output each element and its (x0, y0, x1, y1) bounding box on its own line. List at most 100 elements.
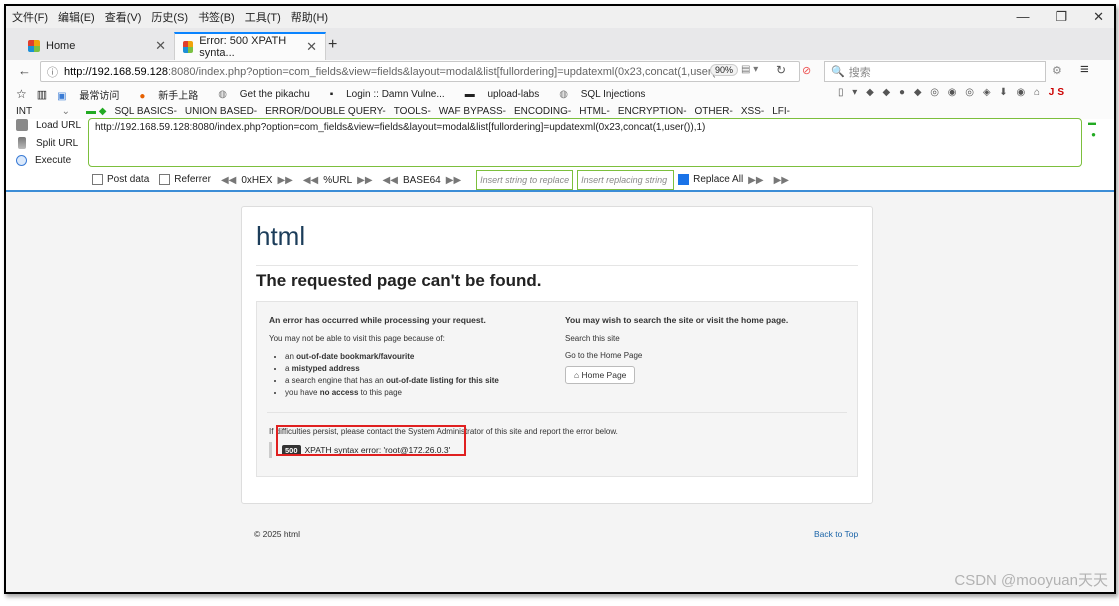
tab-home[interactable]: Home ✕ (20, 32, 174, 60)
reader-icon[interactable]: ▤ ▾ (741, 64, 758, 75)
checkbox-box (678, 174, 690, 186)
blocker-icon[interactable]: ⊘ (802, 64, 811, 77)
url-host: http://192.168.59.128 (64, 65, 168, 78)
hackbar-options: Post data Referrer ◀◀ 0xHEX ▶▶ ◀◀ %URL ▶▶ ◀◀… (6, 170, 1114, 190)
menu-history[interactable]: 历史(S) (151, 9, 188, 25)
url-path: :8080/index.php?option=com_fields&view=f… (167, 65, 716, 78)
close-tab-icon[interactable]: ✕ (155, 38, 166, 54)
list-item: a search engine that has an out-of-date … (285, 375, 539, 387)
load-url-label: Load URL (36, 119, 82, 131)
extension-icons[interactable]: ▯ ▾ ◆ ◆ ● ◆ ◎ ◉ ◎ ◈ ⬇ ◉ ⌂ JS (838, 87, 1067, 98)
encode-arrow-icon[interactable]: ▶▶ (446, 175, 461, 186)
folder-icon: ▣ (57, 90, 67, 102)
bookmark-upload-labs[interactable]: ▬ upload-labs (465, 89, 550, 100)
error-left-column: An error has occurred while processing y… (269, 314, 539, 399)
replace-arrow-icon[interactable]: ▶▶ (748, 175, 763, 186)
reasons-list: an out-of-date bookmark/favourite a mist… (269, 351, 539, 399)
menu-other[interactable]: OTHER- (695, 106, 733, 117)
decode-arrow-icon[interactable]: ◀◀ (221, 175, 236, 186)
bookmark-label: 最常访问 (79, 90, 120, 102)
type-select[interactable]: INT ⌄ (16, 106, 78, 117)
divider (267, 412, 847, 413)
replace-search-input[interactable]: Insert string to replace (476, 170, 574, 190)
menu-tools[interactable]: TOOLS- (394, 106, 431, 117)
referrer-checkbox[interactable]: Referrer (159, 174, 211, 186)
bookmark-label: Get the pikachu (239, 88, 310, 100)
menu-union-based[interactable]: UNION BASED- (185, 106, 257, 117)
plus-minus-icon[interactable]: ▬ ◆ (86, 106, 106, 117)
page-viewport: html The requested page can't be found. … (6, 192, 1114, 592)
menu-lfi[interactable]: LFI- (772, 106, 790, 117)
hackbar-url-textarea[interactable]: http://192.168.59.128:8080/index.php?opt… (88, 118, 1082, 167)
split-url-button[interactable]: Split URL (16, 137, 88, 149)
star-icon[interactable]: ☆ (16, 87, 27, 101)
left-intro: You may not be able to visit this page b… (269, 334, 445, 343)
bookmark-label: Login :: Damn Vulne... (346, 88, 445, 100)
back-arrow-icon[interactable]: ← (18, 63, 31, 78)
load-url-button[interactable]: Load URL (16, 119, 88, 131)
menu-help[interactable]: 帮助(H) (291, 9, 328, 25)
bookmark-most-visited[interactable]: ▣ 最常访问 (57, 87, 129, 102)
menu-edit[interactable]: 编辑(E) (58, 9, 95, 25)
replace-arrow-icon[interactable]: ▶▶ (774, 175, 789, 186)
close-tab-icon[interactable]: ✕ (306, 39, 317, 55)
library-icon[interactable]: ▥ (37, 88, 47, 101)
replace-with-input[interactable]: Insert replacing string (577, 170, 675, 190)
hamburger-menu-icon[interactable]: ≡ (1080, 61, 1089, 78)
bookmark-pikachu[interactable]: ◍ Get the pikachu (218, 89, 320, 100)
site-title[interactable]: html (256, 221, 305, 252)
post-data-checkbox[interactable]: Post data (92, 174, 150, 186)
tab-error[interactable]: Error: 500 XPATH synta... ✕ (174, 32, 326, 60)
address-bar[interactable]: ⓘ http://192.168.59.128:8080/index.php?o… (40, 61, 800, 82)
home-button-label: Home Page (581, 370, 627, 380)
home-page-button[interactable]: ⌂ Home Page (565, 366, 636, 384)
globe-icon: ◍ (218, 88, 227, 100)
decode-arrow-icon[interactable]: ◀◀ (303, 175, 318, 186)
tab-label: Error: 500 XPATH synta... (199, 35, 287, 59)
new-tab-icon[interactable]: + (328, 36, 337, 54)
encode-arrow-icon[interactable]: ▶▶ (277, 175, 292, 186)
close-window-icon[interactable]: ✕ (1093, 9, 1104, 25)
menu-sql-basics[interactable]: SQL BASICS- (114, 106, 176, 117)
menu-bar: 文件(F) 编辑(E) 查看(V) 历史(S) 书签(B) 工具(T) 帮助(H… (6, 6, 1114, 28)
bookmark-dvwa[interactable]: ▪ Login :: Damn Vulne... (330, 89, 455, 100)
hackbar-url-value: http://192.168.59.128:8080/index.php?opt… (95, 122, 706, 133)
menu-encryption[interactable]: ENCRYPTION- (618, 106, 687, 117)
info-icon[interactable]: ⓘ (47, 64, 58, 80)
list-item: you have no access to this page (285, 387, 539, 399)
menu-waf-bypass[interactable]: WAF BYPASS- (439, 106, 506, 117)
reload-icon[interactable]: ↻ (776, 63, 786, 77)
back-to-top-link[interactable]: Back to Top (814, 529, 858, 539)
menu-encoding[interactable]: ENCODING- (514, 106, 571, 117)
error-heading: The requested page can't be found. (256, 271, 542, 290)
menu-html[interactable]: HTML- (579, 106, 610, 117)
search-input[interactable]: 🔍 搜索 (824, 61, 1046, 82)
collapse-icon[interactable]: ▬ (1088, 118, 1096, 127)
replace-all-checkbox[interactable]: Replace All (678, 174, 743, 186)
menu-view[interactable]: 查看(V) (105, 9, 142, 25)
encode-arrow-icon[interactable]: ▶▶ (357, 175, 372, 186)
checkbox-label: Post data (107, 174, 150, 186)
folder-icon: ▬ (464, 88, 475, 100)
restore-icon[interactable]: ❐ (1055, 9, 1067, 25)
menu-file[interactable]: 文件(F) (12, 9, 48, 25)
green-dot-icon[interactable]: ● (1091, 130, 1096, 139)
menu-tools[interactable]: 工具(T) (245, 9, 281, 25)
bookmark-sql-injections[interactable]: ◍ SQL Injections (559, 89, 655, 100)
minimize-icon[interactable]: — (1016, 9, 1029, 25)
menu-xss[interactable]: XSS- (741, 106, 764, 117)
execute-button[interactable]: Execute (16, 155, 88, 166)
menu-error-double-query[interactable]: ERROR/DOUBLE QUERY- (265, 106, 386, 117)
zoom-level[interactable]: 90% (710, 64, 739, 76)
bookmark-getting-started[interactable]: ● 新手上路 (139, 87, 208, 102)
footer-copyright: © 2025 html (254, 529, 300, 539)
settings-icon[interactable]: ⚙ (1052, 64, 1062, 77)
bookmarks-toolbar: ☆ ▥ ▣ 最常访问 ● 新手上路 ◍ Get the pikachu ▪ Lo… (6, 84, 1114, 104)
decode-arrow-icon[interactable]: ◀◀ (383, 175, 398, 186)
joomla-icon (28, 40, 40, 52)
load-url-icon (16, 119, 28, 131)
home-page-link[interactable]: Go to the Home Page (565, 350, 850, 362)
search-site-link[interactable]: Search this site (565, 333, 850, 345)
execute-label: Execute (35, 155, 72, 166)
menu-bookmarks[interactable]: 书签(B) (198, 9, 235, 25)
